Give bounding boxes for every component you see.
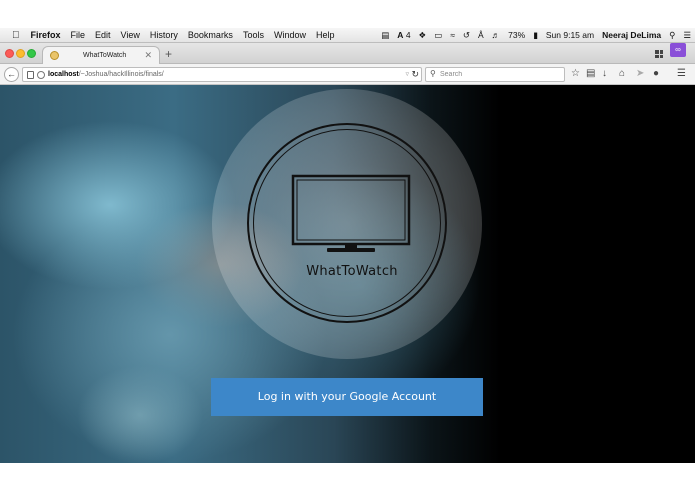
logo: WhatToWatch — [247, 123, 447, 323]
bookmark-star-icon[interactable]: ☆ — [571, 68, 580, 80]
send-icon[interactable]: ➤ — [636, 68, 644, 80]
menu-help[interactable]: Help — [311, 28, 340, 43]
url-text[interactable]: localhost/~Joshua/hackIllinois/finals/ — [48, 71, 164, 78]
close-window-button[interactable] — [5, 49, 14, 58]
wifi-icon[interactable]: ≈ — [446, 28, 459, 43]
tab-whattowatch[interactable]: WhatToWatch ✕ — [42, 46, 160, 64]
battery-percent[interactable]: 73% — [504, 28, 529, 43]
user-name[interactable]: Neeraj DeLima — [598, 28, 665, 43]
zoom-window-button[interactable] — [27, 49, 36, 58]
tab-bar: WhatToWatch ✕ + ∞ — [0, 43, 695, 64]
adobe-icon[interactable]: A 4 — [393, 28, 414, 43]
battery-icon[interactable]: ▮ — [529, 28, 542, 43]
airplay-icon[interactable]: ▭ — [430, 28, 446, 43]
adobe-count: 4 — [405, 29, 411, 40]
url-path: /~Joshua/hackIllinois/finals/ — [78, 71, 164, 78]
search-bar[interactable]: ⚲ — [425, 67, 565, 82]
back-button[interactable]: ← — [4, 67, 19, 82]
search-input[interactable] — [440, 69, 560, 80]
downloads-icon[interactable]: ↓ — [602, 68, 607, 80]
menu-bookmarks[interactable]: Bookmarks — [183, 28, 238, 43]
page-icon — [27, 71, 34, 79]
menu-tools[interactable]: Tools — [238, 28, 269, 43]
menu-window[interactable]: Window — [269, 28, 311, 43]
notification-center-icon[interactable]: ☰ — [679, 28, 695, 43]
url-dropdown-icon[interactable]: ▿ — [405, 70, 409, 78]
menu-bar:  Firefox File Edit View History Bookmar… — [0, 28, 695, 43]
new-tab-button[interactable]: + — [165, 47, 172, 61]
volume-icon[interactable]: ♬ — [488, 28, 505, 43]
home-icon[interactable]: ⌂ — [619, 68, 625, 80]
tab-title: WhatToWatch — [83, 52, 127, 59]
menu-app-name[interactable]: Firefox — [26, 28, 66, 43]
url-bar[interactable]: localhost/~Joshua/hackIllinois/finals/ ▿… — [22, 67, 422, 82]
private-browsing-mask-icon: ∞ — [670, 43, 686, 57]
navigation-bar: ← localhost/~Joshua/hackIllinois/finals/… — [0, 64, 695, 85]
apple-icon[interactable]:  — [0, 28, 26, 43]
time-machine-icon[interactable]: ↺ — [459, 28, 474, 43]
menu-view[interactable]: View — [116, 28, 145, 43]
menu-edit[interactable]: Edit — [90, 28, 116, 43]
web-page: WhatToWatch Log in with your Google Acco… — [0, 85, 695, 463]
search-icon: ⚲ — [430, 69, 436, 78]
hello-chat-icon[interactable]: ● — [653, 68, 659, 80]
tab-groups-icon[interactable] — [655, 50, 663, 58]
menu-extras: ▤ A 4 ❖ ▭ ≈ ↺ Å ♬ 73% ▮ Sun 9:15 am Neer… — [377, 28, 695, 43]
spotlight-icon[interactable]: ⚲ — [665, 28, 679, 43]
notes-icon[interactable]: ▤ — [377, 28, 393, 43]
url-host: localhost — [48, 71, 79, 78]
google-login-button[interactable]: Log in with your Google Account — [211, 378, 483, 416]
reload-icon[interactable]: ↻ — [411, 69, 419, 80]
screen:  Firefox File Edit View History Bookmar… — [0, 0, 695, 494]
menu-history[interactable]: History — [145, 28, 183, 43]
hamburger-menu-icon[interactable]: ☰ — [677, 68, 686, 80]
bluetooth-icon[interactable]: Å — [474, 28, 488, 43]
reading-list-icon[interactable]: ▤ — [586, 68, 595, 80]
brand-name: WhatToWatch — [306, 264, 398, 279]
minimize-window-button[interactable] — [16, 49, 25, 58]
tv-icon — [291, 174, 411, 252]
logo-inner-ring: WhatToWatch — [253, 129, 441, 317]
favicon-icon — [50, 51, 59, 60]
dropbox-icon[interactable]: ❖ — [415, 28, 431, 43]
menu-file[interactable]: File — [66, 28, 91, 43]
close-tab-icon[interactable]: ✕ — [144, 50, 152, 61]
clock[interactable]: Sun 9:15 am — [542, 28, 598, 43]
globe-icon[interactable] — [37, 71, 45, 79]
